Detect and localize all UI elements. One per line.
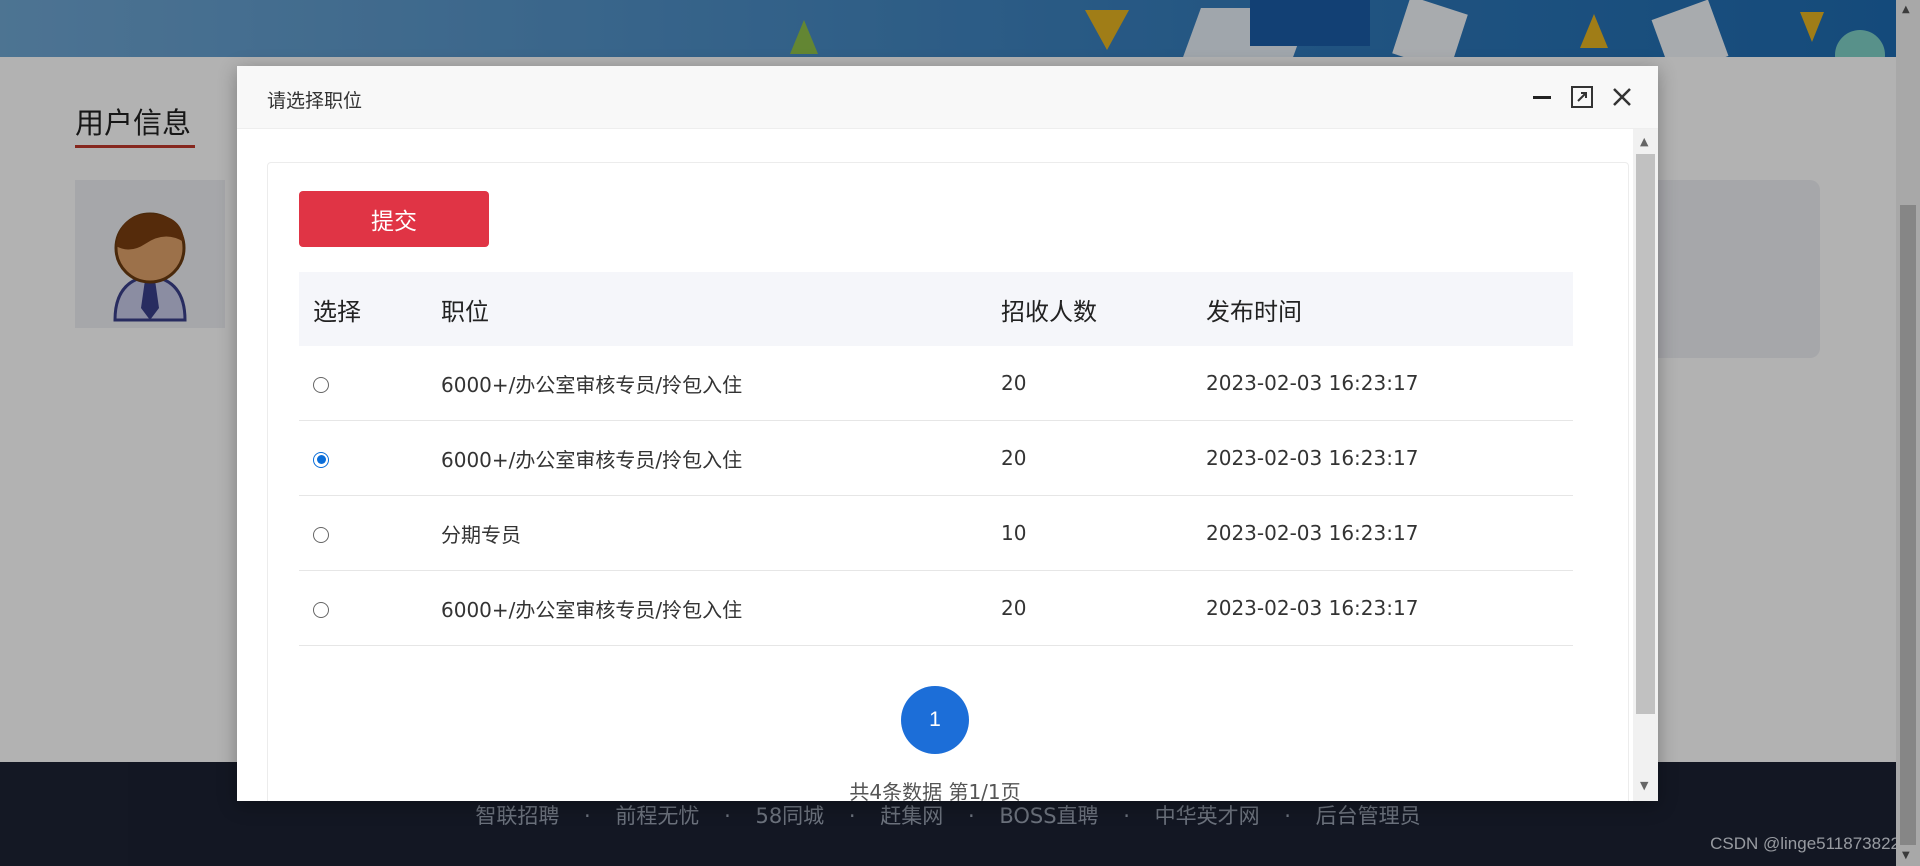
pagination-page-button[interactable]: 1 [901,686,969,754]
count-cell: 10 [987,495,1192,571]
dialog-scrollbar-thumb[interactable] [1636,154,1655,714]
count-cell: 20 [987,420,1192,496]
count-cell: 20 [987,570,1192,646]
row-radio[interactable] [313,526,329,543]
time-cell: 2023-02-03 16:23:17 [1192,570,1573,646]
table-row[interactable]: 6000+/办公室审核专员/拎包入住 20 2023-02-03 16:23:1… [299,346,1573,421]
table-row[interactable]: 分期专员 10 2023-02-03 16:23:17 [299,495,1573,571]
count-cell: 20 [987,346,1192,421]
column-header-position: 职位 [441,297,489,326]
row-radio[interactable] [313,601,329,618]
table-header-row: 选择 职位 招收人数 发布时间 [299,272,1573,346]
dialog-scrollbar[interactable]: ▲ ▼ [1633,129,1658,801]
column-header-count: 招收人数 [1001,297,1097,326]
position-cell: 6000+/办公室审核专员/拎包入住 [427,346,987,421]
row-radio[interactable] [313,376,329,393]
position-cell: 6000+/办公室审核专员/拎包入住 [427,570,987,646]
positions-table: 选择 职位 招收人数 发布时间 6000+/办公室审核专员/拎包入住 20 20… [299,272,1573,646]
position-cell: 分期专员 [427,495,987,571]
submit-button[interactable]: 提交 [299,191,489,247]
row-radio[interactable] [313,451,329,468]
time-cell: 2023-02-03 16:23:17 [1192,346,1573,421]
column-header-select: 选择 [313,297,361,326]
table-row[interactable]: 6000+/办公室审核专员/拎包入住 20 2023-02-03 16:23:1… [299,420,1573,496]
pagination-info: 共4条数据 第1/1页 [849,780,1021,804]
position-cell: 6000+/办公室审核专员/拎包入住 [427,420,987,496]
table-row[interactable]: 6000+/办公室审核专员/拎包入住 20 2023-02-03 16:23:1… [299,570,1573,646]
time-cell: 2023-02-03 16:23:17 [1192,420,1573,496]
column-header-time: 发布时间 [1206,297,1302,326]
time-cell: 2023-02-03 16:23:17 [1192,495,1573,571]
scroll-up-icon[interactable]: ▲ [1640,135,1648,148]
